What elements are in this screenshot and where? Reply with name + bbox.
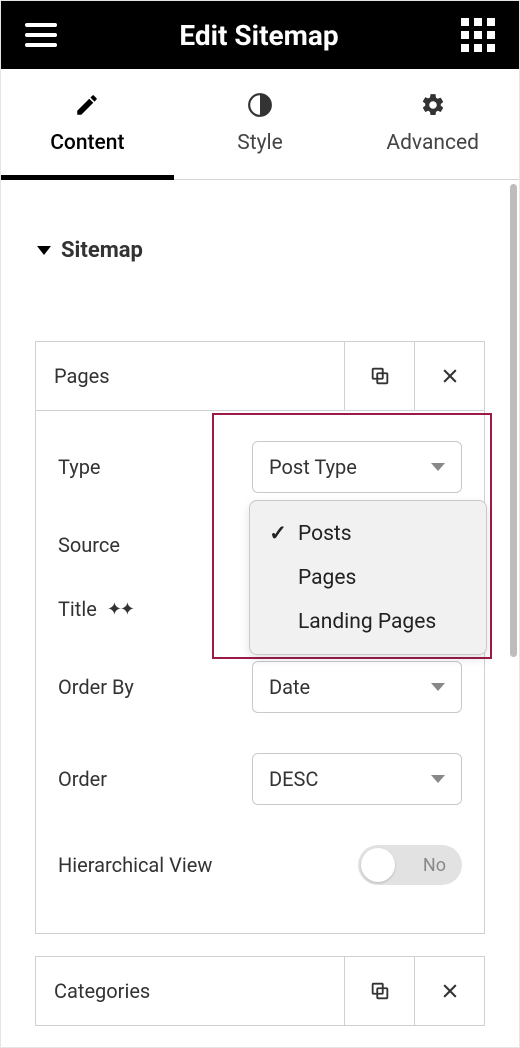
tab-style-label: Style	[174, 131, 347, 155]
source-dropdown: ✓ Posts Pages Landing Pages	[249, 500, 487, 655]
control-order: Order DESC	[56, 733, 464, 825]
scrollbar-thumb[interactable]	[510, 184, 517, 657]
type-select[interactable]: Post Type ✓ Posts Pages	[252, 441, 462, 493]
source-option-pages[interactable]: Pages	[250, 556, 486, 600]
source-label: Source	[58, 533, 120, 557]
tab-content-label: Content	[1, 131, 174, 155]
type-value: Post Type	[269, 455, 357, 479]
order-select[interactable]: DESC	[252, 753, 462, 805]
panel-scroll[interactable]: Sitemap Pages	[1, 180, 519, 1040]
caret-down-icon	[37, 246, 51, 255]
hierarchical-toggle[interactable]: No	[358, 845, 462, 885]
duplicate-pages-button[interactable]	[344, 342, 414, 410]
tab-style[interactable]: Style	[174, 69, 347, 179]
title-label: Title	[58, 597, 97, 621]
panel-title: Edit Sitemap	[179, 19, 338, 52]
tab-content[interactable]: Content	[1, 69, 174, 179]
topbar: Edit Sitemap	[1, 1, 519, 69]
chevron-down-icon	[431, 683, 445, 691]
panel-body: Sitemap Pages	[1, 180, 519, 1040]
hierarchical-value: No	[423, 855, 446, 876]
repeater-item-pages: Pages Type Post Type	[35, 341, 485, 934]
repeater-bar-categories: Categories	[36, 957, 484, 1025]
repeater-title-categories[interactable]: Categories	[36, 957, 344, 1025]
close-icon	[440, 366, 460, 386]
repeater-body-pages: Type Post Type ✓ Posts	[36, 411, 484, 933]
source-option-pages-label: Pages	[298, 566, 356, 590]
orderby-label: Order By	[58, 675, 134, 699]
tabs: Content Style Advanced	[1, 69, 519, 180]
source-option-posts[interactable]: ✓ Posts	[250, 511, 486, 556]
orderby-select[interactable]: Date	[252, 661, 462, 713]
source-option-posts-label: Posts	[298, 522, 352, 546]
remove-categories-button[interactable]	[414, 957, 484, 1025]
order-value: DESC	[269, 767, 318, 791]
menu-button[interactable]	[25, 23, 57, 47]
repeater-item-categories: Categories	[35, 956, 485, 1026]
contrast-icon	[247, 92, 273, 118]
remove-pages-button[interactable]	[414, 342, 484, 410]
hierarchical-label: Hierarchical View	[58, 853, 212, 877]
tab-advanced[interactable]: Advanced	[346, 69, 519, 179]
orderby-value: Date	[269, 675, 310, 699]
toggle-knob	[361, 848, 395, 882]
close-icon	[440, 981, 460, 1001]
section-title: Sitemap	[61, 238, 143, 263]
tab-advanced-label: Advanced	[346, 131, 519, 155]
control-hierarchical: Hierarchical View No	[56, 825, 464, 905]
chevron-down-icon	[431, 775, 445, 783]
duplicate-categories-button[interactable]	[344, 957, 414, 1025]
repeater-title-pages[interactable]: Pages	[36, 342, 344, 410]
scrollbar[interactable]	[508, 180, 519, 1040]
type-label: Type	[58, 455, 101, 479]
order-label: Order	[58, 767, 107, 791]
chevron-down-icon	[431, 463, 445, 471]
source-option-landing-pages-label: Landing Pages	[298, 610, 436, 634]
check-icon: ✓	[268, 521, 288, 546]
gear-icon	[420, 92, 446, 118]
copy-icon	[369, 365, 391, 387]
repeater-bar-pages: Pages	[36, 342, 484, 411]
editor-panel: Edit Sitemap Content Style Advanced	[0, 0, 520, 1048]
source-option-landing-pages[interactable]: Landing Pages	[250, 600, 486, 644]
pencil-icon	[74, 92, 100, 118]
copy-icon	[369, 980, 391, 1002]
apps-grid-button[interactable]	[461, 18, 495, 52]
section-sitemap-header[interactable]: Sitemap	[35, 208, 485, 281]
ai-sparkle-icon[interactable]: ✦✦	[107, 599, 133, 620]
control-type: Type Post Type ✓ Posts	[56, 421, 464, 513]
